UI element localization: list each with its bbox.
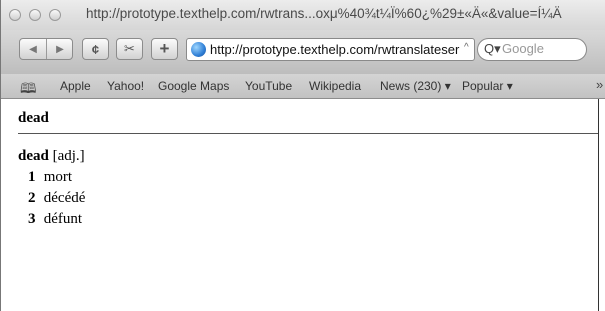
forward-button[interactable]: ▶ xyxy=(47,39,73,59)
toolbar: ◀ ▶ ¢ ✂ + http://prototype.texthelp.com/… xyxy=(0,30,605,74)
divider xyxy=(18,133,598,134)
address-dropdown-icon[interactable]: ^ xyxy=(464,42,469,53)
page-content: dead dead [adj.] 1 mort 2 décédé 3 défun… xyxy=(0,99,605,311)
title-bar: http://prototype.texthelp.com/rwtrans...… xyxy=(0,0,605,30)
globe-icon xyxy=(191,42,206,57)
address-bar[interactable]: http://prototype.texthelp.com/rwtranslat… xyxy=(186,38,475,61)
bookmark-apple[interactable]: Apple xyxy=(60,79,91,93)
sense-item: 1 mort xyxy=(28,169,72,186)
add-bookmark-button[interactable]: + xyxy=(151,38,178,60)
sense-text: défunt xyxy=(43,211,83,227)
window-title: http://prototype.texthelp.com/rwtrans...… xyxy=(86,6,562,21)
browser-window: http://prototype.texthelp.com/rwtrans...… xyxy=(0,0,605,311)
sense-text: mort xyxy=(43,169,73,185)
bookmarks-overflow-icon[interactable]: » xyxy=(596,77,603,92)
bookmark-wikipedia[interactable]: Wikipedia xyxy=(309,79,361,93)
zoom-window-button[interactable] xyxy=(49,9,61,21)
bookmark-google-maps[interactable]: Google Maps xyxy=(158,79,229,93)
sense-number: 1 xyxy=(28,169,36,185)
back-button[interactable]: ◀ xyxy=(20,39,47,59)
minimize-window-button[interactable] xyxy=(29,9,41,21)
back-arrow-icon: ◀ xyxy=(29,43,37,55)
lookup-word: dead xyxy=(18,110,49,126)
scissors-icon: ✂ xyxy=(124,41,135,56)
search-icon[interactable]: Q▾ xyxy=(484,41,501,57)
entry-headword: dead xyxy=(18,148,49,164)
bookmark-popular[interactable]: Popular ▾ xyxy=(462,79,513,93)
sense-number: 2 xyxy=(28,190,36,206)
reload-button[interactable]: ¢ xyxy=(82,38,109,60)
dictionary-entry: dead [adj.] xyxy=(18,148,85,165)
window-left-border xyxy=(0,0,1,311)
bookmark-yahoo[interactable]: Yahoo! xyxy=(107,79,144,93)
sense-text: décédé xyxy=(43,190,86,206)
address-text[interactable]: http://prototype.texthelp.com/rwtranslat… xyxy=(210,42,459,57)
snip-button[interactable]: ✂ xyxy=(116,38,143,60)
bookmark-news[interactable]: News (230) ▾ xyxy=(380,79,451,93)
close-window-button[interactable] xyxy=(9,9,21,21)
back-forward-control: ◀ ▶ xyxy=(19,38,73,60)
window-right-border xyxy=(598,99,599,311)
sense-item: 3 défunt xyxy=(28,211,82,228)
search-field[interactable]: Q▾ xyxy=(477,38,587,61)
bookmarks-bar: 🕮 Apple Yahoo! Google Maps YouTube Wikip… xyxy=(0,74,605,99)
sense-item: 2 décédé xyxy=(28,190,85,207)
entry-part-of-speech: [adj.] xyxy=(52,148,85,164)
sense-number: 3 xyxy=(28,211,36,227)
plus-icon: + xyxy=(159,39,170,58)
forward-arrow-icon: ▶ xyxy=(56,43,64,55)
reload-icon: ¢ xyxy=(91,41,100,57)
bookmark-youtube[interactable]: YouTube xyxy=(245,79,292,93)
search-input[interactable] xyxy=(502,41,582,56)
